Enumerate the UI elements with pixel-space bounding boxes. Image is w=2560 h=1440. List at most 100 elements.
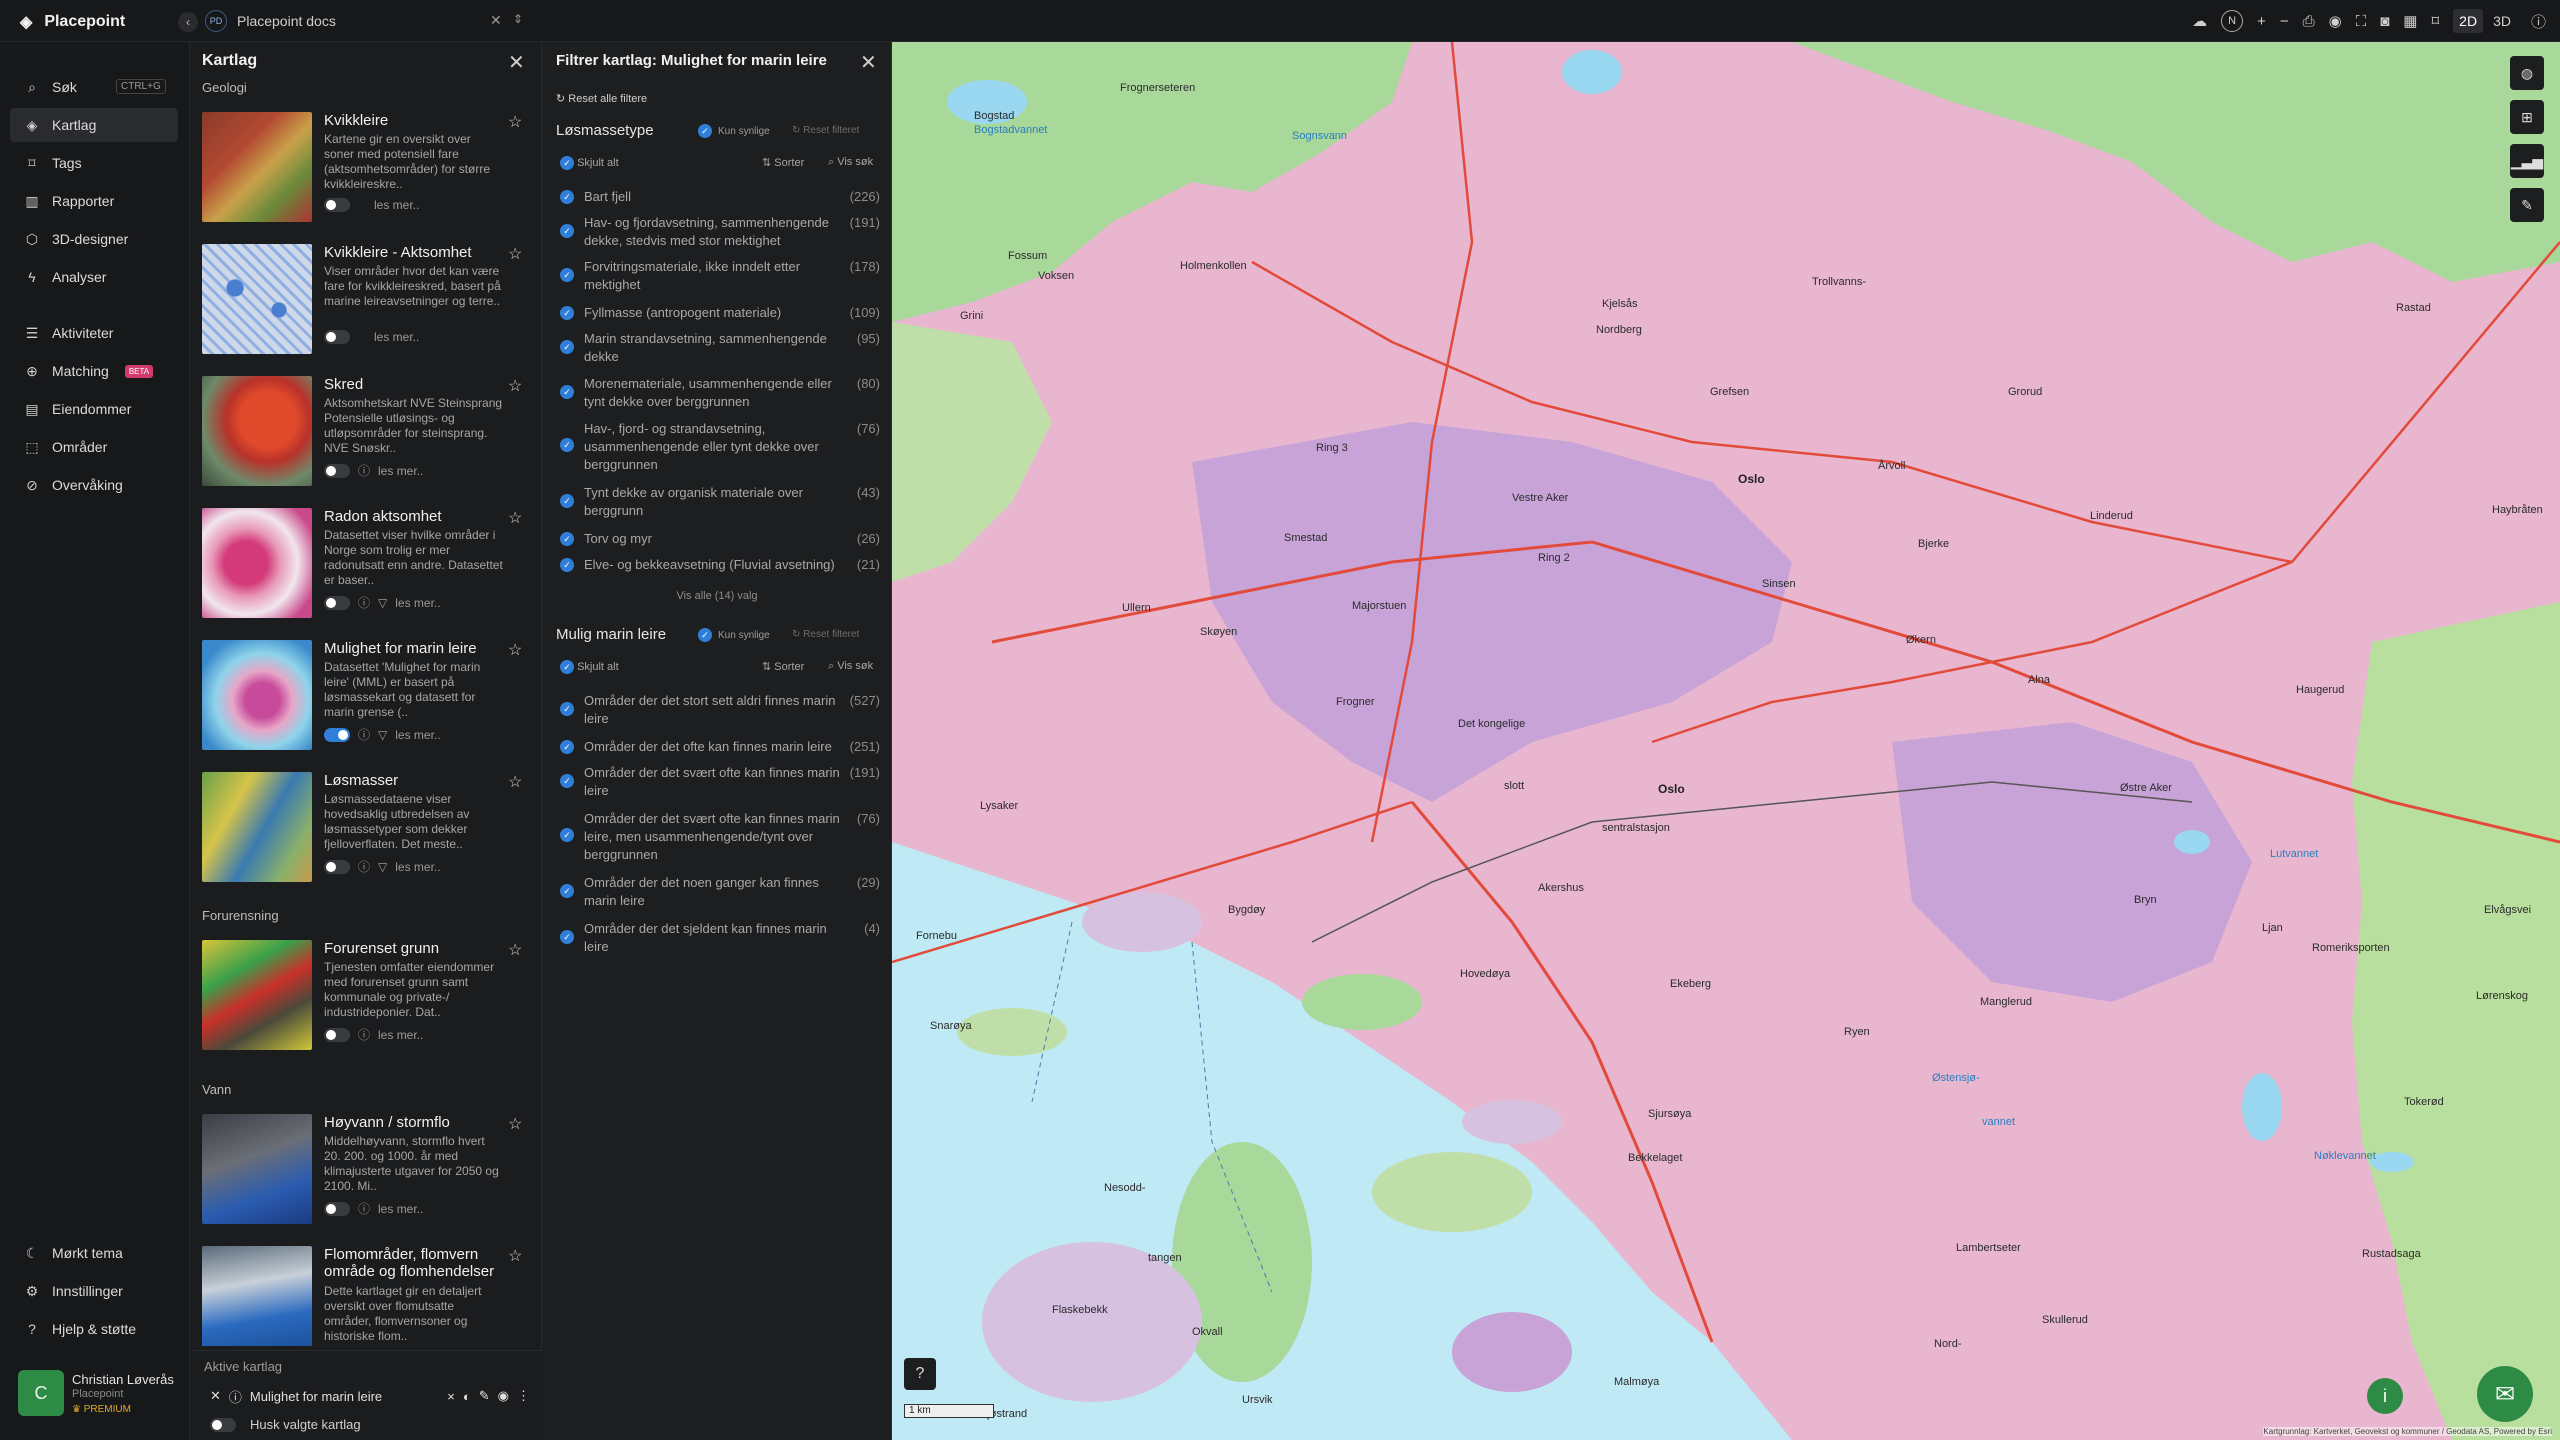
read-more-link[interactable]: les mer.. xyxy=(395,596,440,610)
info-icon[interactable]: ⓘ xyxy=(358,858,370,875)
star-icon[interactable]: ☆ xyxy=(508,640,522,660)
only-visible-toggle[interactable]: ✓ Kun synlige xyxy=(698,628,770,642)
remove-icon[interactable]: ✕ xyxy=(210,1388,221,1404)
star-icon[interactable]: ☆ xyxy=(508,508,522,528)
info-icon[interactable]: ⓘ xyxy=(358,594,370,611)
reset-all-button[interactable]: ↻ Reset alle filtere xyxy=(556,92,647,105)
sort-button[interactable]: ⇅ Sorter xyxy=(762,156,804,169)
edit-icon[interactable]: ✎ xyxy=(479,1388,490,1404)
fullscreen-icon[interactable]: ⛶ xyxy=(2356,13,2367,30)
info-icon[interactable]: ⓘ xyxy=(358,1026,370,1043)
nav-kartlag[interactable]: ◈ Kartlag xyxy=(10,108,178,142)
nav-properties[interactable]: ▤ Eiendommer xyxy=(10,392,178,426)
layer-toggle[interactable] xyxy=(324,595,350,610)
mode-2d-button[interactable]: 2D xyxy=(2453,9,2484,33)
workspace-selector[interactable]: PD Placepoint docs ✕ ⇕ xyxy=(205,6,535,36)
layer-toggle[interactable] xyxy=(324,198,350,212)
eye-icon[interactable]: ◉ xyxy=(2329,12,2342,30)
nav-tags[interactable]: ⌑ Tags xyxy=(10,146,178,180)
filter-icon[interactable]: ▽ xyxy=(378,728,387,742)
remember-layers[interactable]: Husk valgte kartlag xyxy=(210,1417,361,1432)
print-icon[interactable]: ⎙ xyxy=(2303,13,2315,30)
close-icon[interactable]: ✕ xyxy=(860,50,877,75)
read-more-link[interactable]: les mer.. xyxy=(374,330,419,344)
zoom-in-button[interactable]: + xyxy=(2257,13,2266,30)
nav-areas[interactable]: ⬚ Områder xyxy=(10,430,178,464)
more-icon[interactable]: ⋮ xyxy=(517,1388,530,1404)
hide-all-toggle[interactable]: ✓ Skjult alt xyxy=(560,660,619,674)
zoom-out-button[interactable]: − xyxy=(2280,13,2289,30)
nav-settings[interactable]: ⚙ Innstillinger xyxy=(10,1274,178,1308)
layer-toggle[interactable] xyxy=(324,330,350,344)
nav-reports[interactable]: ▥ Rapporter xyxy=(10,184,178,218)
info-icon[interactable]: ⓘ xyxy=(229,1387,242,1406)
layer-card[interactable]: Mulighet for marin leire ☆ Datasettet 'M… xyxy=(202,640,532,758)
active-layer-row[interactable]: ✕ ⓘ Mulighet for marin leire × ◐ ✎ ◉ ⋮ xyxy=(210,1385,530,1407)
reset-filter-button[interactable]: ↻ Reset filteret xyxy=(792,125,859,136)
layer-card[interactable]: Forurenset grunn ☆ Tjenesten omfatter ei… xyxy=(202,940,532,1058)
map-style-button[interactable]: ◍ xyxy=(2510,56,2544,90)
grid-icon[interactable]: ▦ xyxy=(2403,12,2417,30)
filter-icon[interactable]: ▽ xyxy=(378,860,387,874)
map-info-button[interactable]: i xyxy=(2367,1378,2403,1414)
star-icon[interactable]: ☆ xyxy=(508,1114,522,1134)
layer-toggle[interactable] xyxy=(324,463,350,478)
nav-search[interactable]: ⌕ Søk CTRL+G xyxy=(10,70,178,104)
mode-3d-button[interactable]: 3D xyxy=(2487,9,2517,33)
compass-button[interactable]: N xyxy=(2221,10,2244,32)
star-icon[interactable]: ☆ xyxy=(508,940,522,960)
star-icon[interactable]: ☆ xyxy=(508,244,522,264)
weather-icon[interactable]: ☁ xyxy=(2192,12,2207,30)
layer-card[interactable]: Radon aktsomhet ☆ Datasettet viser hvilk… xyxy=(202,508,532,626)
layer-card[interactable]: Løsmasser ☆ Løsmassedataene viser hoveds… xyxy=(202,772,532,890)
map-canvas[interactable]: Frognerseteren Sognsvann Bogstad Bogstad… xyxy=(892,42,2560,1440)
eye-icon[interactable]: ◉ xyxy=(498,1388,509,1404)
bookmark-icon[interactable]: ⌑ xyxy=(2431,12,2439,30)
clear-icon[interactable]: × xyxy=(447,1389,455,1404)
filter-icon[interactable]: ▽ xyxy=(378,596,387,610)
info-icon[interactable]: ⓘ xyxy=(2531,11,2546,32)
app-brand[interactable]: ◈ Placepoint xyxy=(20,10,125,34)
layer-toggle[interactable] xyxy=(324,1201,350,1216)
remember-toggle[interactable] xyxy=(210,1417,236,1432)
layer-toggle[interactable] xyxy=(324,859,350,874)
star-icon[interactable]: ☆ xyxy=(508,112,522,132)
show-search-button[interactable]: ⌕ Vis søk xyxy=(828,156,873,169)
measure-button[interactable]: ⊞ xyxy=(2510,100,2544,134)
read-more-link[interactable]: les mer.. xyxy=(374,198,419,212)
nav-analysis[interactable]: ϟ Analyser xyxy=(10,260,178,294)
read-more-link[interactable]: les mer.. xyxy=(378,464,423,478)
layer-toggle[interactable] xyxy=(324,1027,350,1042)
show-all-link[interactable]: Vis alle (14) valg xyxy=(542,590,892,602)
nav-dark-theme[interactable]: ☾ Mørkt tema xyxy=(10,1236,178,1270)
read-more-link[interactable]: les mer.. xyxy=(395,860,440,874)
sort-button[interactable]: ⇅ Sorter xyxy=(762,660,804,673)
info-icon[interactable]: ⓘ xyxy=(358,1200,370,1217)
nav-activities[interactable]: ☰ Aktiviteter xyxy=(10,316,178,350)
star-icon[interactable]: ☆ xyxy=(508,376,522,396)
star-icon[interactable]: ☆ xyxy=(508,772,522,792)
close-icon[interactable]: ✕ xyxy=(490,12,502,29)
nav-matching[interactable]: ⊕ Matching BETA xyxy=(10,354,178,388)
user-profile[interactable]: C Christian Løverås Placepoint ♛ PREMIUM xyxy=(18,1370,188,1420)
nav-monitoring[interactable]: ⊘ Overvåking xyxy=(10,468,178,502)
info-icon[interactable]: ⓘ xyxy=(358,462,370,479)
opacity-icon[interactable]: ◐ xyxy=(463,1389,471,1404)
layer-card[interactable]: Kvikkleire - Aktsomhet ☆ Viser områder h… xyxy=(202,244,532,362)
star-icon[interactable]: ☆ xyxy=(508,1246,522,1266)
collapse-sidebar-button[interactable]: ‹ xyxy=(178,12,198,32)
close-icon[interactable]: ✕ xyxy=(508,50,525,75)
layer-card[interactable]: Kvikkleire ☆ Kartene gir en oversikt ove… xyxy=(202,112,532,230)
only-visible-toggle[interactable]: ✓ Kun synlige xyxy=(698,124,770,138)
layer-card[interactable]: Flomområder, flomvern område og flomhend… xyxy=(202,1246,532,1346)
show-search-button[interactable]: ⌕ Vis søk xyxy=(828,660,873,673)
nav-3d-designer[interactable]: ⬡ 3D-designer xyxy=(10,222,178,256)
read-more-link[interactable]: les mer.. xyxy=(378,1202,423,1216)
chat-button[interactable]: ✉ xyxy=(2477,1366,2533,1422)
chevron-updown-icon[interactable]: ⇕ xyxy=(513,12,523,26)
info-icon[interactable]: ⓘ xyxy=(358,726,370,743)
camera-icon[interactable]: ◙ xyxy=(2380,13,2389,30)
chart-button[interactable]: ▁▃▅ xyxy=(2510,144,2544,178)
nav-help[interactable]: ? Hjelp & støtte xyxy=(10,1312,178,1346)
draw-button[interactable]: ✎ xyxy=(2510,188,2544,222)
